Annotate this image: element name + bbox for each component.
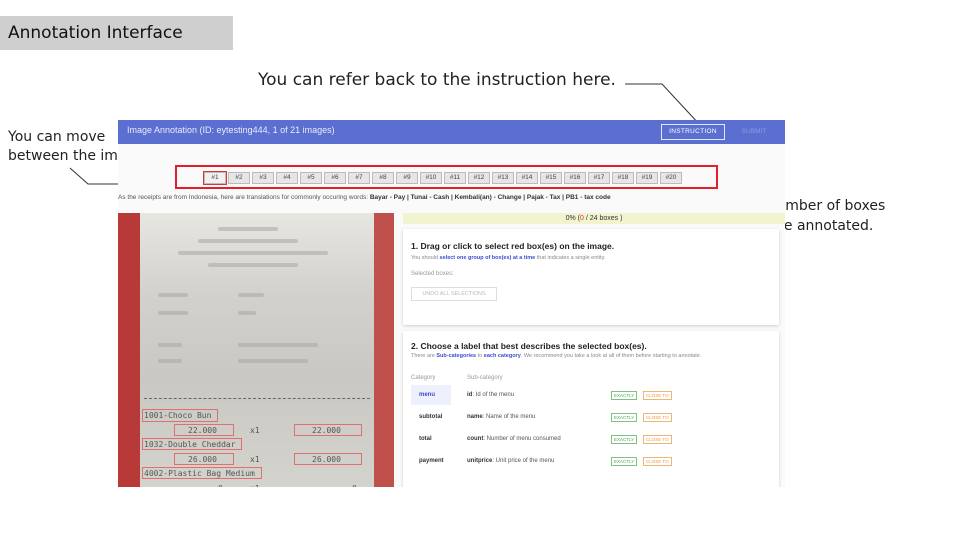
subcategory-name: name: Name of the menu — [467, 414, 536, 420]
receipt-image[interactable]: 1001-Choco Bun 22.000 x1 22.000 1032-Dou… — [118, 213, 394, 487]
page-button[interactable]: #12 — [468, 172, 490, 184]
annotation-progress: 0% (0 / 24 boxes ) — [403, 213, 785, 224]
image-pager: #1 #2 #3 #4 #5 #6 #7 #8 #9 #10 #11 #12 #13 #14 #15 #16 #… — [203, 171, 682, 185]
app-title: Image Annotation (ID: eytesting444, 1 of… — [127, 125, 335, 135]
page-button[interactable]: #4 — [276, 172, 298, 184]
close-to-tag[interactable]: CLOSE TO — [643, 413, 672, 422]
exactly-tag[interactable]: EXACTLY — [611, 413, 638, 422]
page-button[interactable]: #19 — [636, 172, 658, 184]
annotation-box[interactable] — [174, 453, 234, 465]
subcategory-unitprice: unitprice: Unit price of the menu — [467, 458, 555, 464]
annotation-box[interactable] — [174, 424, 234, 436]
submit-button[interactable]: SUBMIT — [731, 124, 777, 140]
label-card: 2. Choose a label that best describes th… — [403, 331, 779, 487]
page-button[interactable]: #8 — [372, 172, 394, 184]
subcategory-id: id: Id of the menu — [467, 392, 515, 398]
translation-note: As the receipts are from Indonesia, here… — [118, 194, 611, 201]
page-button[interactable]: #18 — [612, 172, 634, 184]
undo-all-selections-button[interactable]: UNDO ALL SELECTIONS — [411, 287, 497, 301]
page-button[interactable]: #2 — [228, 172, 250, 184]
category-menu[interactable]: menu — [411, 385, 451, 405]
receipt-divider — [144, 398, 370, 399]
page-button[interactable]: #3 — [252, 172, 274, 184]
annotation-box[interactable] — [294, 453, 362, 465]
selection-card: 1. Drag or click to select red box(es) o… — [403, 229, 779, 325]
receipt-text: 0 — [352, 484, 357, 487]
category-payment[interactable]: payment — [411, 451, 451, 471]
page-button[interactable]: #17 — [588, 172, 610, 184]
instruction-button[interactable]: INSTRUCTION — [661, 124, 725, 140]
page-button[interactable]: #7 — [348, 172, 370, 184]
annotation-box[interactable] — [142, 467, 262, 479]
page-button[interactable]: #20 — [660, 172, 682, 184]
page-button[interactable]: #1 — [203, 171, 227, 185]
label-row: total count: Number of menu consumed EXACT… — [411, 429, 771, 449]
label-row: subtotal name: Name of the menu EXACTLY CLO… — [411, 407, 771, 427]
page-button[interactable]: #6 — [324, 172, 346, 184]
page-button[interactable]: #11 — [444, 172, 466, 184]
translation-prefix: As the receipts are from Indonesia, here… — [118, 194, 369, 201]
progress-suffix: / 24 boxes ) — [583, 215, 623, 222]
selected-boxes-label: Selected boxes: — [411, 271, 454, 277]
close-to-tag[interactable]: CLOSE TO — [643, 457, 672, 466]
step2-heading: 2. Choose a label that best describes th… — [411, 341, 647, 351]
annotation-box[interactable] — [294, 424, 362, 436]
callout-instruction: You can refer back to the instruction he… — [258, 70, 616, 90]
page-button[interactable]: #10 — [420, 172, 442, 184]
page-button[interactable]: #14 — [516, 172, 538, 184]
progress-prefix: 0% ( — [565, 215, 580, 222]
close-to-tag[interactable]: CLOSE TO — [643, 391, 672, 400]
close-to-tag[interactable]: CLOSE TO — [643, 435, 672, 444]
page-button[interactable]: #16 — [564, 172, 586, 184]
page-button[interactable]: #5 — [300, 172, 322, 184]
category-total[interactable]: total — [411, 429, 451, 449]
page-button[interactable]: #13 — [492, 172, 514, 184]
step2-hint: There are Sub-categories to each categor… — [411, 353, 702, 359]
receipt-text: x1 — [250, 455, 260, 464]
exactly-tag[interactable]: EXACTLY — [611, 457, 638, 466]
annotation-box[interactable] — [142, 409, 218, 422]
page-button[interactable]: #15 — [540, 172, 562, 184]
page-button[interactable]: #9 — [396, 172, 418, 184]
exactly-tag[interactable]: EXACTLY — [611, 391, 638, 400]
step1-heading: 1. Drag or click to select red box(es) o… — [411, 241, 615, 251]
receipt-text: x1 — [250, 484, 260, 487]
label-row: menu id: Id of the menu EXACTLY CLOSE TO — [411, 385, 771, 405]
receipt-text: x1 — [250, 426, 260, 435]
subcategory-column-header: Sub-category — [467, 375, 503, 381]
step1-hint: You should select one group of box(es) a… — [411, 255, 606, 261]
app-header: Image Annotation (ID: eytesting444, 1 of… — [118, 120, 785, 144]
label-row: payment unitprice: Unit price of the menu… — [411, 451, 771, 471]
category-subtotal[interactable]: subtotal — [411, 407, 451, 427]
translation-terms: Bayar - Pay | Tunai - Cash | Kembali(an)… — [369, 194, 611, 201]
subcategory-count: count: Number of menu consumed — [467, 436, 561, 442]
slide-title: Annotation Interface — [0, 16, 233, 50]
annotation-box[interactable] — [142, 438, 242, 450]
annotation-app: Image Annotation (ID: eytesting444, 1 of… — [118, 120, 785, 487]
category-column-header: Category — [411, 375, 436, 381]
exactly-tag[interactable]: EXACTLY — [611, 435, 638, 444]
receipt-text: 0 — [218, 484, 223, 487]
